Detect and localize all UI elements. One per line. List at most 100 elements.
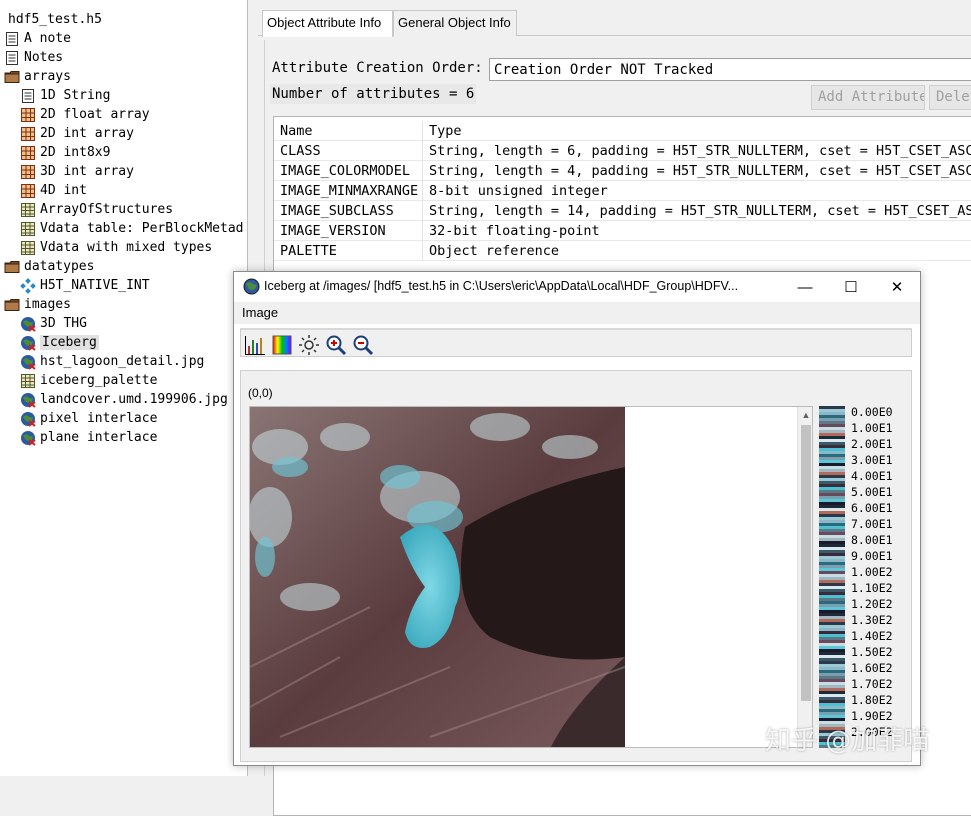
image-globe-icon: [20, 411, 36, 427]
tree-item[interactable]: 3D THG: [20, 314, 87, 333]
image-globe-icon: [20, 316, 36, 332]
table-row[interactable]: IMAGE_MINMAXRANGE 8-bit unsigned integer: [274, 181, 971, 201]
tree-item[interactable]: 2D int8x9: [20, 143, 110, 162]
tree-item[interactable]: H5T_NATIVE_INT: [20, 276, 150, 295]
palette-scale-label: 1.30E2: [851, 613, 893, 627]
tree-item[interactable]: landcover.umd.199906.jpg: [20, 390, 228, 409]
dataset-grid-icon: [20, 107, 36, 123]
table-icon: [20, 240, 36, 256]
tree-item[interactable]: pixel interlace: [20, 409, 157, 428]
palette-scale-label: 1.10E2: [851, 581, 893, 595]
table-icon: [20, 221, 36, 237]
image-globe-icon: [20, 430, 36, 446]
tree-item-label: H5T_NATIVE_INT: [40, 278, 150, 293]
scroll-up-arrow[interactable]: ▲: [798, 407, 812, 423]
tree-item[interactable]: 3D int array: [20, 162, 134, 181]
table-icon: [20, 373, 36, 389]
zoom-out-icon[interactable]: [352, 334, 374, 356]
image-display-area: (0,0) ▲ 0.00E0 1.00E1 2.00E1 3.00E1 4.00…: [240, 370, 912, 762]
folder-icon: [4, 259, 20, 275]
attribute-type-cell: 8-bit unsigned integer: [423, 181, 971, 201]
table-row[interactable]: IMAGE_VERSION 32-bit floating-point: [274, 221, 971, 241]
attribute-type-cell: String, length = 14, padding = H5T_STR_N…: [423, 201, 971, 221]
tree-item-label: hst_lagoon_detail.jpg: [40, 354, 205, 369]
close-button[interactable]: ✕: [874, 272, 920, 302]
tree-item[interactable]: 1D String: [20, 86, 110, 105]
tree-item-label: arrays: [24, 69, 71, 84]
creation-order-field[interactable]: Creation Order NOT Tracked: [489, 58, 971, 81]
tree-item[interactable]: datatypes: [4, 257, 94, 276]
tree-item[interactable]: Iceberg: [20, 333, 99, 352]
tab-object-attribute-info[interactable]: Object Attribute Info: [262, 10, 393, 37]
tree-item-label: 2D int8x9: [40, 145, 111, 160]
tree-item[interactable]: arrays: [4, 67, 71, 86]
document-icon: [20, 88, 36, 104]
tree-item[interactable]: 2D float array: [20, 105, 150, 124]
table-row[interactable]: CLASS String, length = 6, padding = H5T_S…: [274, 141, 971, 161]
minimize-button[interactable]: —: [782, 272, 828, 302]
scrollbar-thumb[interactable]: [801, 425, 811, 701]
zhihu-watermark: 知乎 @加菲喵: [765, 726, 930, 756]
tree-item-label: datatypes: [24, 259, 95, 274]
file-tree: hdf5_test.h5 A note Notes arrays 1D String 2D…: [0, 0, 248, 776]
tree-item-label: A note: [24, 31, 71, 46]
window-title: Iceberg at /images/ [hdf5_test.h5 in C:\…: [264, 279, 739, 293]
tree-item-label: 2D int array: [40, 126, 134, 141]
table-row[interactable]: IMAGE_SUBCLASS String, length = 14, paddi…: [274, 201, 971, 221]
tab-general-object-info[interactable]: General Object Info: [393, 10, 517, 36]
dataset-grid-icon: [20, 145, 36, 161]
tree-item[interactable]: 4D int: [20, 181, 87, 200]
attribute-name-cell: IMAGE_VERSION: [274, 221, 423, 241]
menu-image[interactable]: Image: [242, 305, 278, 320]
iceberg-satellite-image[interactable]: [250, 407, 625, 748]
zoom-in-icon[interactable]: [325, 334, 347, 356]
window-titlebar[interactable]: Iceberg at /images/ [hdf5_test.h5 in C:\…: [234, 272, 920, 302]
dataset-grid-icon: [20, 164, 36, 180]
tree-item[interactable]: hst_lagoon_detail.jpg: [20, 352, 204, 371]
brightness-icon[interactable]: [298, 334, 320, 356]
palette-scale-label: 8.00E1: [851, 533, 893, 547]
tree-item-label: hdf5_test.h5: [8, 12, 102, 27]
tree-item[interactable]: ArrayOfStructures: [20, 200, 173, 219]
tree-item[interactable]: A note: [4, 29, 71, 48]
image-globe-icon: [20, 335, 36, 351]
document-icon: [4, 50, 20, 66]
histogram-icon[interactable]: [244, 334, 266, 356]
image-toolbar: [240, 328, 912, 357]
column-header-name[interactable]: Name: [274, 121, 423, 141]
tree-item[interactable]: hdf5_test.h5: [4, 10, 102, 29]
palette-scale-label: 1.50E2: [851, 645, 893, 659]
tree-item-label: Vdata table: PerBlockMetad: [40, 221, 244, 236]
attribute-type-cell: 32-bit floating-point: [423, 221, 971, 241]
attribute-name-cell: PALETTE: [274, 241, 423, 261]
palette-scale-label: 0.00E0: [851, 405, 893, 419]
image-viewport[interactable]: ▲: [249, 406, 813, 748]
vertical-scrollbar[interactable]: ▲: [797, 407, 812, 747]
delete-attribute-button[interactable]: Delet: [929, 85, 971, 110]
folder-icon: [4, 69, 20, 85]
palette-scale-label: 3.00E1: [851, 453, 893, 467]
document-icon: [4, 31, 20, 47]
palette-scale-label: 4.00E1: [851, 469, 893, 483]
tree-item-label: Iceberg: [40, 335, 99, 350]
maximize-button[interactable]: ☐: [828, 272, 874, 302]
attribute-name-cell: IMAGE_COLORMODEL: [274, 161, 423, 181]
palette-scale-label: 1.80E2: [851, 693, 893, 707]
tree-item[interactable]: images: [4, 295, 71, 314]
palette-icon[interactable]: [271, 334, 293, 356]
image-globe-icon: [20, 392, 36, 408]
tree-item[interactable]: Vdata table: PerBlockMetad: [20, 219, 244, 238]
palette-scale-label: 1.40E2: [851, 629, 893, 643]
tree-item[interactable]: iceberg_palette: [20, 371, 157, 390]
tree-item[interactable]: Notes: [4, 48, 63, 67]
tab-bar: Object Attribute Info General Object Inf…: [258, 10, 971, 37]
tree-item[interactable]: Vdata with mixed types: [20, 238, 212, 257]
column-header-type[interactable]: Type: [423, 121, 971, 141]
palette-scale-label: 5.00E1: [851, 485, 893, 499]
palette-scale-label: 2.00E1: [851, 437, 893, 451]
table-row[interactable]: IMAGE_COLORMODEL String, length = 4, padd…: [274, 161, 971, 181]
tree-item[interactable]: plane interlace: [20, 428, 157, 447]
tree-item[interactable]: 2D int array: [20, 124, 134, 143]
table-row[interactable]: PALETTE Object reference: [274, 241, 971, 261]
add-attribute-button[interactable]: Add Attribute: [811, 85, 925, 110]
